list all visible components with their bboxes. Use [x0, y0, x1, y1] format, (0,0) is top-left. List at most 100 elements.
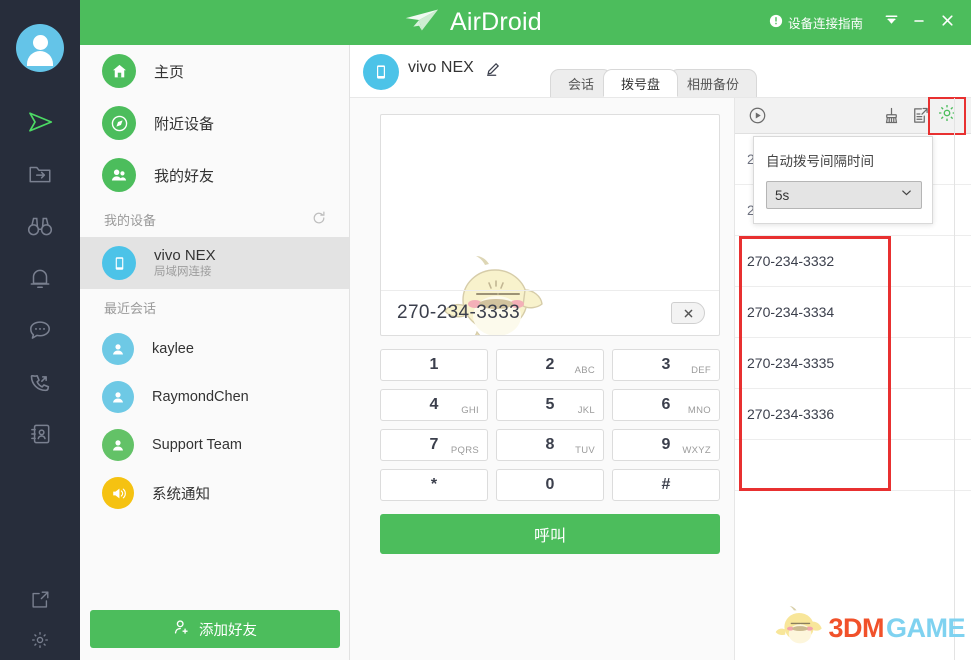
- keypad: 1 2 ABC 3 DEF 4 GHI 5 JKL 6 MNO 7 PQRS 8 TUV 9W…: [380, 349, 720, 501]
- key-4[interactable]: 4 GHI: [380, 389, 488, 421]
- device-name: vivo NEX: [154, 247, 216, 265]
- key-hash[interactable]: #: [612, 469, 720, 501]
- key-8[interactable]: 8 TUV: [496, 429, 604, 461]
- table-row-empty[interactable]: [735, 440, 971, 491]
- sidebar-item-my-friends[interactable]: 我的好友: [80, 149, 349, 201]
- broom-icon[interactable]: [877, 102, 905, 130]
- device-connection-type: 局域网连接: [154, 265, 212, 278]
- title-bar: AirDroid 设备连接指南: [80, 0, 971, 45]
- chat-name: 系统通知: [152, 486, 210, 503]
- key-1[interactable]: 1: [380, 349, 488, 381]
- tab-bar: 会话 拨号盘 相册备份: [550, 69, 758, 97]
- key-2[interactable]: 2 ABC: [496, 349, 604, 381]
- titlebar-controls: 设备连接指南: [769, 0, 961, 45]
- key-letters: TUV: [575, 445, 595, 456]
- sidebar-item-home[interactable]: 主页: [80, 45, 349, 97]
- binoculars-icon: [26, 213, 54, 239]
- key-letters: PQRS: [450, 445, 479, 456]
- file-transfer-icon: [27, 161, 53, 187]
- rail-item-chat[interactable]: [0, 304, 80, 356]
- add-friend-label: 添加好友: [199, 622, 257, 639]
- dialed-number[interactable]: 270-234-3333: [397, 302, 671, 324]
- friends-icon: [102, 158, 136, 192]
- airdroid-window: AirDroid 设备连接指南 主页 附近设备 我的好友 我的设备 vivo N…: [0, 0, 971, 660]
- rail-item-transfer[interactable]: [0, 148, 80, 200]
- key-3[interactable]: 3 DEF: [612, 349, 720, 381]
- refresh-icon[interactable]: [311, 210, 327, 229]
- device-item-vivo-nex[interactable]: vivo NEX 局域网连接: [80, 237, 349, 289]
- key-6[interactable]: 6 MNO: [612, 389, 720, 421]
- chat-item-kaylee[interactable]: kaylee: [80, 325, 349, 373]
- minimize-button[interactable]: [905, 0, 933, 45]
- rail-item-notifications[interactable]: [0, 252, 80, 304]
- person-icon: [102, 381, 134, 413]
- key-star[interactable]: *: [380, 469, 488, 501]
- sidebar-item-nearby-devices[interactable]: 附近设备: [80, 97, 349, 149]
- rail-item-contacts[interactable]: [0, 408, 80, 460]
- number-list-toolbar: [735, 96, 971, 135]
- add-friend-button[interactable]: 添加好友: [90, 610, 340, 648]
- table-row[interactable]: 270-234-3332: [735, 236, 971, 287]
- tab-label: 会话: [568, 77, 595, 92]
- avatar-body: [27, 51, 53, 66]
- guide-label: 设备连接指南: [787, 17, 863, 31]
- number-list-pane: 270-234-3330 270-234-3331 270-234-3332 2…: [735, 96, 971, 660]
- chat-item-raymondchen[interactable]: RaymondChen: [80, 373, 349, 421]
- chick-mascot: [774, 603, 826, 654]
- key-letters: MNO: [687, 405, 711, 416]
- key-digit: 1: [429, 356, 439, 373]
- key-5[interactable]: 5 JKL: [496, 389, 604, 421]
- number-entry-row: 270-234-3333: [381, 290, 719, 335]
- device-connection-guide-button[interactable]: 设备连接指南: [769, 13, 863, 32]
- key-letters: DEF: [691, 365, 711, 376]
- tray-icon: [884, 13, 899, 32]
- tab-album-backup[interactable]: 相册备份: [669, 69, 758, 97]
- call-button[interactable]: 呼叫: [380, 514, 720, 554]
- auto-dial-interval-select[interactable]: 5s: [766, 181, 922, 209]
- minimize-to-tray-button[interactable]: [877, 0, 905, 45]
- rail-item-compose[interactable]: [0, 580, 80, 624]
- chat-name: Support Team: [152, 437, 243, 453]
- rail-item-call-log[interactable]: [0, 356, 80, 408]
- info-icon: [769, 14, 783, 31]
- compass-icon: [102, 106, 136, 140]
- popover-title: 自动拨号间隔时间: [766, 154, 874, 169]
- chat-item-system-notification[interactable]: 系统通知: [80, 469, 349, 517]
- pencil-icon[interactable]: [485, 61, 501, 82]
- key-0[interactable]: 0: [496, 469, 604, 501]
- sidebar-item-my-friends-label: 我的好友: [154, 167, 215, 185]
- rail-item-messages[interactable]: [0, 96, 80, 148]
- play-icon[interactable]: [743, 102, 771, 130]
- brand-title: AirDroid: [450, 8, 542, 36]
- watermark: 3DM GAME: [774, 603, 966, 654]
- table-row[interactable]: 270-234-3334: [735, 287, 971, 338]
- person-plus-icon: [173, 618, 191, 640]
- account-avatar[interactable]: [16, 24, 64, 72]
- phone-device-icon: [102, 246, 136, 280]
- tab-dialpad[interactable]: 拨号盘: [603, 69, 679, 97]
- table-row[interactable]: 270-234-3336: [735, 389, 971, 440]
- chat-bubble-icon: [27, 317, 53, 343]
- page-title: vivo NEX: [408, 59, 474, 76]
- key-9[interactable]: 9 WXYZ: [612, 429, 720, 461]
- phone-device-icon: [363, 54, 399, 90]
- rail-item-settings[interactable]: [0, 620, 80, 660]
- sidebar-item-home-label: 主页: [154, 63, 185, 81]
- my-devices-label: 我的设备: [104, 212, 157, 228]
- key-7[interactable]: 7 PQRS: [380, 429, 488, 461]
- rail-item-discover[interactable]: [0, 200, 80, 252]
- chat-item-support-team[interactable]: Support Team: [80, 421, 349, 469]
- number-display-box: 270-234-3333: [380, 114, 720, 336]
- backspace-icon[interactable]: [671, 302, 705, 324]
- settings-gear-button[interactable]: [928, 96, 966, 135]
- avatar-head: [32, 35, 48, 50]
- close-button[interactable]: [933, 0, 961, 45]
- dialer-panes: 270-234-3333 1 2 ABC 3 DEF 4 GHI 5 JKL 6 MNO …: [350, 96, 971, 660]
- key-letters: WXYZ: [682, 445, 711, 456]
- key-digit: *: [430, 476, 438, 493]
- edit-note-icon[interactable]: [905, 102, 933, 130]
- table-row[interactable]: 270-234-3335: [735, 338, 971, 389]
- airdroid-logo-icon: [400, 6, 440, 39]
- dialpad-pane: 270-234-3333 1 2 ABC 3 DEF 4 GHI 5 JKL 6 MNO …: [350, 98, 735, 660]
- recent-chats-section-header: 最近会话: [80, 289, 349, 325]
